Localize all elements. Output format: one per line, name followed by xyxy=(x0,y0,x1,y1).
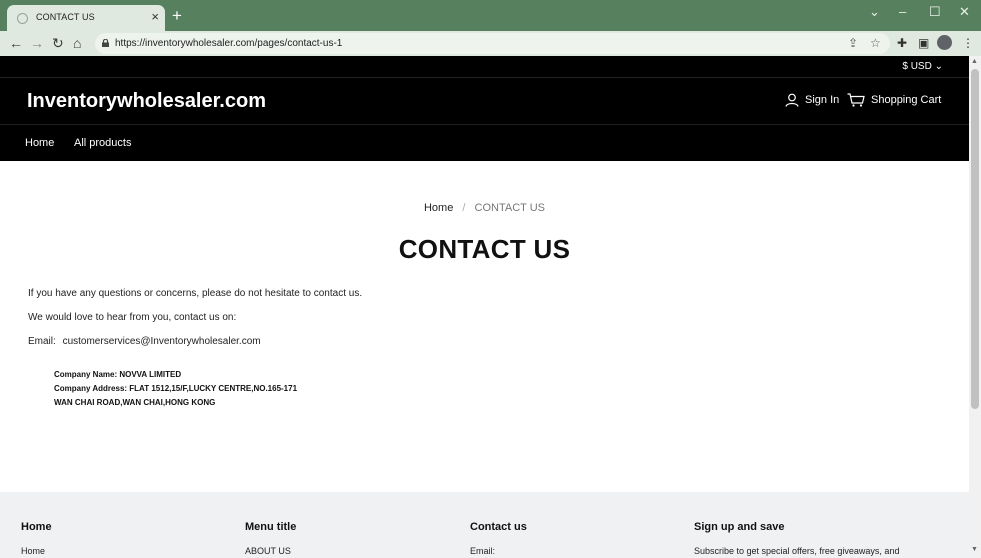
site-footer: Home Home Menu title ABOUT US Contact us… xyxy=(0,492,969,558)
scrollbar-thumb[interactable] xyxy=(971,69,979,409)
main-navigation: Home All products xyxy=(0,125,969,161)
tab-search-icon[interactable]: ⌄ xyxy=(869,4,880,20)
url-text[interactable]: https://inventorywholesaler.com/pages/co… xyxy=(115,38,342,49)
extensions-icon[interactable]: ✚ xyxy=(897,36,907,50)
currency-label: $ USD xyxy=(902,61,932,72)
company-address-line-2: WAN CHAI ROAD,WAN CHAI,HONG KONG xyxy=(54,398,216,407)
home-icon[interactable]: ⌂ xyxy=(73,35,81,51)
utility-bar: $ USD ⌄ xyxy=(0,56,969,78)
footer-heading-contact: Contact us xyxy=(470,521,527,533)
nav-item-home[interactable]: Home xyxy=(25,137,54,149)
tab-close-icon[interactable]: × xyxy=(151,9,159,25)
maximize-icon[interactable]: ☐ xyxy=(929,4,941,20)
shopping-cart-link[interactable]: Shopping Cart xyxy=(847,93,941,107)
page-title: CONTACT US xyxy=(398,234,571,264)
footer-link-about-us[interactable]: ABOUT US xyxy=(245,546,291,556)
menu-icon[interactable]: ⋮ xyxy=(962,36,974,50)
profile-avatar-icon[interactable] xyxy=(937,35,952,50)
new-tab-icon[interactable]: + xyxy=(172,7,182,25)
share-icon[interactable]: ⇪ xyxy=(848,36,858,50)
vertical-scrollbar[interactable]: ▲ ▼ xyxy=(969,56,981,558)
page-viewport: $ USD ⌄ Inventorywholesaler.com Sign In … xyxy=(0,56,969,558)
lock-icon xyxy=(102,39,109,47)
cart-label: Shopping Cart xyxy=(871,93,942,106)
currency-selector[interactable]: $ USD ⌄ xyxy=(902,61,943,72)
user-icon xyxy=(785,93,799,107)
address-bar[interactable]: https://inventorywholesaler.com/pages/co… xyxy=(95,33,890,54)
footer-email-label: Email: xyxy=(470,546,496,556)
minimize-icon[interactable]: – xyxy=(899,4,906,19)
forward-icon[interactable]: → xyxy=(30,35,44,51)
breadcrumb: Home / CONTACT US xyxy=(0,202,969,214)
nav-item-all-products[interactable]: All products xyxy=(74,137,131,149)
breadcrumb-home-link[interactable]: Home xyxy=(424,202,453,214)
site-logo[interactable]: Inventorywholesaler.com xyxy=(27,90,266,113)
browser-titlebar: CONTACT US × + ⌄ – ☐ ✕ xyxy=(0,0,981,31)
footer-link-home[interactable]: Home xyxy=(21,546,45,556)
footer-heading-signup: Sign up and save xyxy=(694,521,785,533)
email-label: Email: xyxy=(28,336,56,347)
browser-toolbar: ← → ↻ ⌂ https://inventorywholesaler.com/… xyxy=(0,31,981,56)
bookmark-star-icon[interactable]: ☆ xyxy=(870,36,881,50)
site-header: Inventorywholesaler.com Sign In Shopping… xyxy=(0,78,969,125)
email-line: Email: customerservices@Inventorywholesa… xyxy=(28,336,261,347)
chevron-down-icon: ⌄ xyxy=(934,61,943,72)
breadcrumb-current: CONTACT US xyxy=(474,202,546,214)
close-window-icon[interactable]: ✕ xyxy=(959,4,970,20)
footer-heading-menu: Menu title xyxy=(245,521,297,533)
browser-tab[interactable]: CONTACT US × xyxy=(7,5,165,31)
tab-title: CONTACT US xyxy=(36,12,95,22)
sign-in-link[interactable]: Sign In xyxy=(785,93,839,107)
intro-text: If you have any questions or concerns, p… xyxy=(28,288,363,299)
company-address-line-1: Company Address: FLAT 1512,15/F,LUCKY CE… xyxy=(54,384,298,393)
scroll-down-icon[interactable]: ▼ xyxy=(971,546,978,553)
scroll-up-icon[interactable]: ▲ xyxy=(971,58,978,65)
company-name: Company Name: NOVVA LIMITED xyxy=(54,370,182,379)
sign-in-label: Sign In xyxy=(805,93,840,106)
email-value[interactable]: customerservices@Inventorywholesaler.com xyxy=(63,336,261,347)
footer-heading-home: Home xyxy=(21,521,52,533)
breadcrumb-separator: / xyxy=(462,202,466,214)
side-panel-icon[interactable]: ▣ xyxy=(918,36,929,50)
back-icon[interactable]: ← xyxy=(9,35,23,51)
footer-signup-text: Subscribe to get special offers, free gi… xyxy=(694,546,900,556)
contact-prompt-text: We would love to hear from you, contact … xyxy=(28,312,237,323)
reload-icon[interactable]: ↻ xyxy=(52,35,64,51)
globe-icon xyxy=(17,13,28,24)
cart-icon xyxy=(847,93,865,107)
